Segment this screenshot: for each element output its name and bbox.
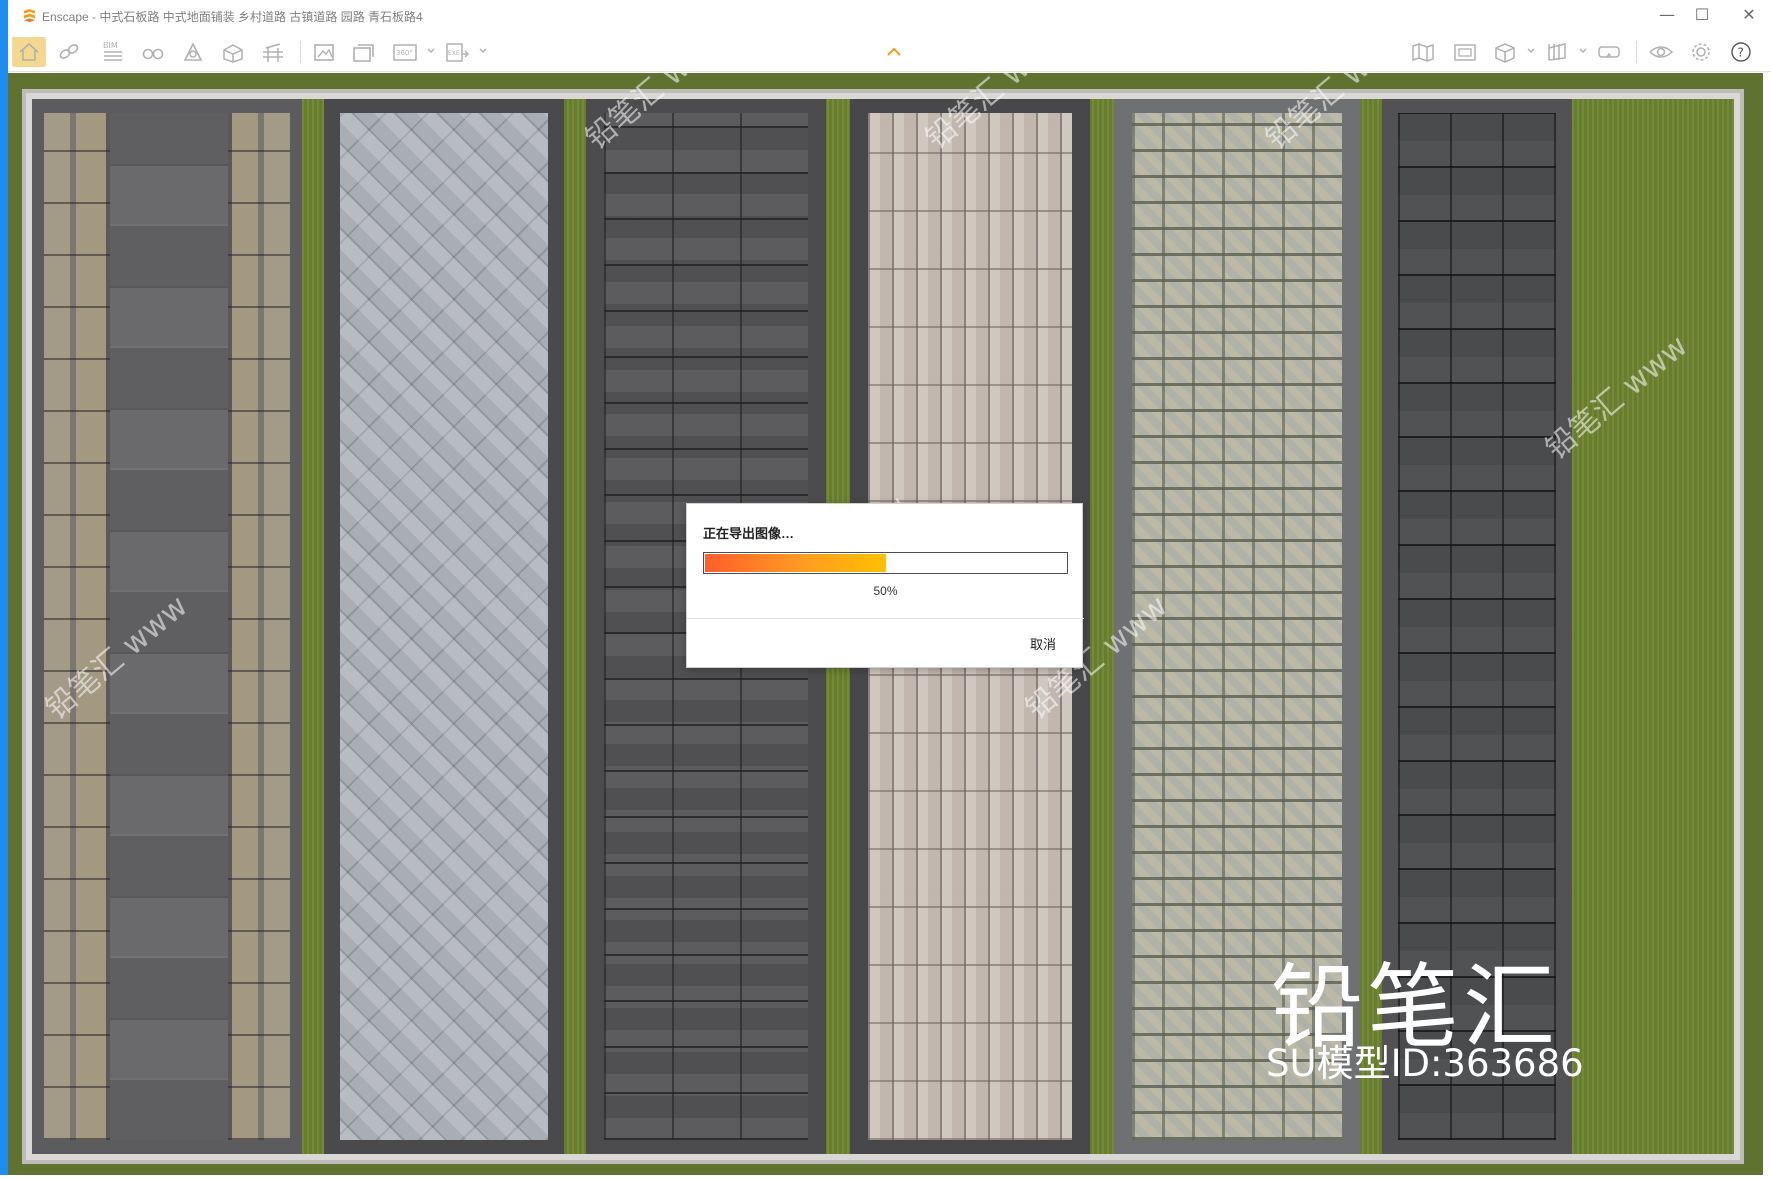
help-icon: ? [1731,42,1751,62]
live-update-button[interactable] [52,37,86,67]
export-text: EXE [448,50,460,57]
watermark-model-id: SU模型ID:363686 [1266,1042,1584,1085]
video-editor-icon [1454,44,1476,61]
progress-fill [705,554,886,572]
video-editor-button[interactable] [1448,37,1482,67]
window-bottom-edge [0,1175,1771,1179]
chevron-down-icon[interactable] [1578,43,1588,59]
window-accent-border [0,0,8,1179]
map-icon [1412,43,1434,62]
progress-percent: 50% [873,584,898,598]
sections-icon [1548,43,1566,61]
maximize-button[interactable]: ☐ [1679,0,1725,32]
chevron-down-icon[interactable] [478,43,488,59]
screenshot-icon [314,44,334,61]
sections-button[interactable] [1540,37,1574,67]
vr-button[interactable] [1592,37,1626,67]
export-icon: EXE [446,43,469,62]
window-title: Enscape - 中式石板路 中式地面铺装 乡村道路 古镇道路 园路 青石板路… [42,10,423,24]
materials-icon [263,43,283,62]
pano-text: 360° [396,49,413,57]
batch-render-icon [353,44,374,62]
home-button[interactable] [12,37,46,67]
map-button[interactable] [1406,37,1440,67]
title-bar: Enscape - 中式石板路 中式地面铺装 乡村道路 古镇道路 园路 青石板路… [0,0,1771,32]
batch-render-button[interactable] [348,37,382,67]
atmosphere-icon [183,42,203,61]
views-button[interactable] [136,37,170,67]
view-mode-button[interactable] [1488,37,1522,67]
dialog-title: 正在导出图像… [703,526,795,541]
chevron-down-icon[interactable] [426,43,436,59]
panorama-icon: 360° [393,44,417,61]
cancel-button[interactable]: 取消 [1015,630,1071,656]
help-button[interactable]: ? [1724,37,1758,67]
atmosphere-button[interactable] [176,37,210,67]
eye-icon [1648,46,1674,58]
settings-button[interactable] [1684,37,1718,67]
chevron-up-icon[interactable] [886,47,902,57]
home-icon [19,42,39,61]
binoculars-icon [142,48,164,60]
vr-headset-icon [1598,46,1620,58]
toolbar: BIM 360° EXE ? [0,32,1771,72]
view-cube-icon [1495,43,1515,63]
export-progress-dialog: 正在导出图像… 50% 取消 [686,503,1084,668]
toolbar-separator [1636,41,1637,63]
assets-button[interactable] [216,37,250,67]
link-icon [59,44,79,59]
chevron-down-icon[interactable] [1526,43,1536,59]
objects-icon [223,44,243,63]
visual-settings-button[interactable] [1644,37,1678,67]
bim-icon: BIM [103,41,122,61]
bim-text: BIM [103,41,118,50]
enscape-logo-icon [23,8,36,23]
dialog-divider [687,618,1084,619]
paving-strip-2 [324,99,564,1154]
panorama-button[interactable]: 360° [388,37,422,67]
help-text: ? [1738,46,1744,60]
paving-texture [340,113,548,1140]
toolbar-separator [300,41,301,63]
export-button[interactable]: EXE [440,37,474,67]
settings-icon [1692,43,1710,61]
bim-button[interactable]: BIM [97,37,131,67]
render-image-button[interactable] [308,37,342,67]
progress-bar [703,552,1068,574]
materials-button[interactable] [256,37,290,67]
close-button[interactable]: ✕ [1726,0,1771,32]
